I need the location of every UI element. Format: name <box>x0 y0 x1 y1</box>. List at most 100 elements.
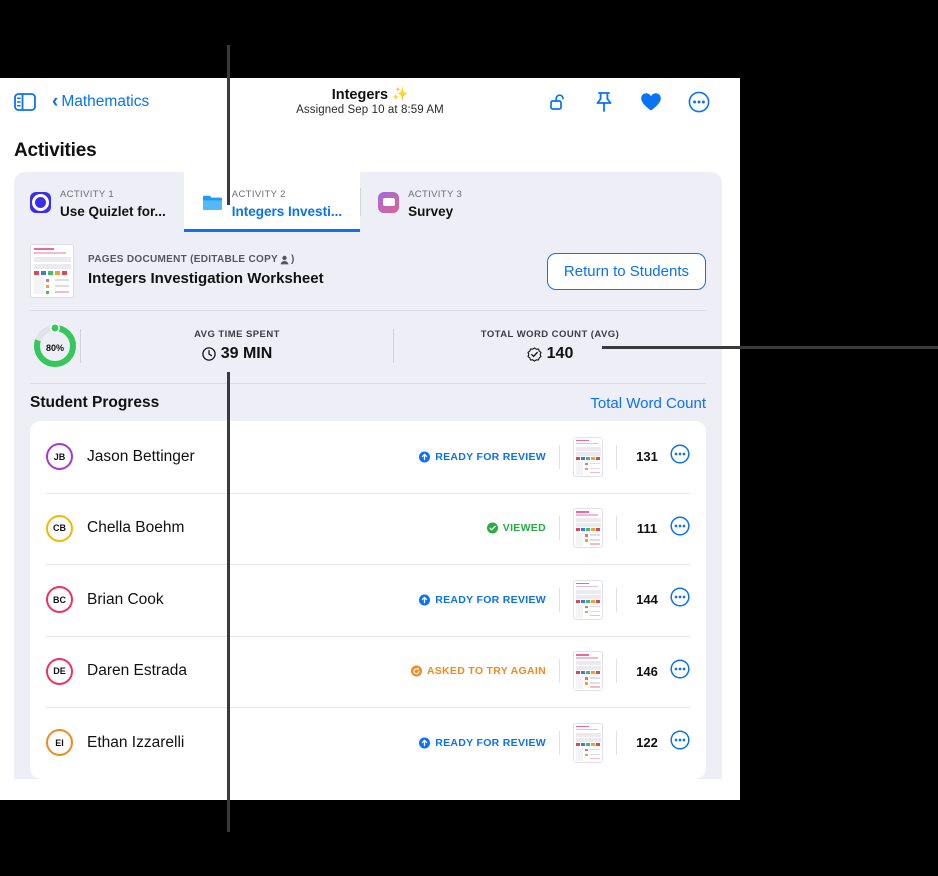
total-word-count-link[interactable]: Total Word Count <box>590 395 706 412</box>
callout-line-avg-time-spent <box>227 372 230 832</box>
student-name: Jason Bettinger <box>87 447 195 465</box>
document-kicker: PAGES DOCUMENT (EDITABLE COPY ) <box>88 253 324 266</box>
avatar: DE <box>46 657 73 685</box>
student-work-thumbnail[interactable] <box>573 508 603 549</box>
student-list-wrapper: JB Jason Bettinger READY FOR REVIEW 131 C… <box>14 421 722 779</box>
quizlet-app-icon <box>30 191 51 213</box>
avatar-initials: BC <box>53 594 66 605</box>
row-divider <box>559 730 560 755</box>
row-more-button[interactable] <box>670 587 690 612</box>
row-more-icon <box>670 516 690 536</box>
table-row[interactable]: DE Daren Estrada ASKED TO TRY AGAIN 146 <box>30 635 706 708</box>
tab-activity-3[interactable]: ACTIVITY 3 Survey <box>360 172 480 232</box>
return-to-students-button[interactable]: Return to Students <box>546 252 706 290</box>
row-divider <box>559 516 560 541</box>
word-count-value: 111 <box>636 520 658 536</box>
stat-word-count-label: TOTAL WORD COUNT (AVG) <box>480 329 620 340</box>
student-name: Ethan Izzarelli <box>87 733 185 751</box>
worksheet-preview <box>574 437 602 476</box>
student-work-thumbnail[interactable] <box>573 722 603 763</box>
student-work-thumbnail[interactable] <box>573 651 603 692</box>
student-list: JB Jason Bettinger READY FOR REVIEW 131 C… <box>30 421 706 779</box>
checkmark-circle-icon <box>486 522 498 534</box>
table-row[interactable]: JB Jason Bettinger READY FOR REVIEW 131 <box>30 421 706 493</box>
avatar: BC <box>46 586 73 614</box>
callout-line-activity-tab <box>227 45 230 205</box>
row-more-button[interactable] <box>670 516 690 541</box>
avatar-initials: EI <box>55 737 64 748</box>
arrow-up-circle-icon <box>419 737 431 749</box>
row-divider <box>616 444 617 469</box>
document-row: PAGES DOCUMENT (EDITABLE COPY ) Integers… <box>14 232 722 310</box>
worksheet-preview <box>574 509 602 548</box>
word-count-value: 122 <box>636 735 658 751</box>
tab-activity-2[interactable]: ACTIVITY 2 Integers Investi... <box>183 172 361 232</box>
arrow-up-circle-icon <box>419 451 431 463</box>
assignment-subtitle: Assigned Sep 10 at 8:59 AM <box>296 104 444 117</box>
document-kicker-close: ) <box>291 254 295 266</box>
row-more-button[interactable] <box>670 730 690 755</box>
more-icon[interactable] <box>688 91 710 113</box>
completion-percent: 80% <box>45 343 64 353</box>
student-name: Brian Cook <box>87 590 164 608</box>
worksheet-thumbnail[interactable] <box>30 244 74 298</box>
arrow-counterclockwise-circle-icon <box>410 665 422 677</box>
status-label: ASKED TO TRY AGAIN <box>426 665 546 678</box>
document-name: Integers Investigation Worksheet <box>88 270 324 288</box>
tab-activity-2-label: Integers Investi... <box>231 204 343 220</box>
student-progress-title: Student Progress <box>30 394 160 411</box>
stat-avg-time-value: 39 MIN <box>220 345 273 362</box>
sparkles-icon: ✨ <box>392 86 409 102</box>
callout-line-word-count <box>602 346 938 349</box>
arrow-counterclockwise-circle-icon <box>410 665 422 677</box>
row-more-button[interactable] <box>670 659 690 684</box>
stat-avg-time-spent: AVG TIME SPENT 39 MIN <box>81 329 393 363</box>
page-title-text: Integers <box>331 86 389 103</box>
completion-ring: 80% <box>30 321 80 371</box>
tab-activity-1-label: Use Quizlet for... <box>60 204 166 220</box>
row-more-icon <box>670 659 690 679</box>
row-divider <box>559 659 560 684</box>
row-divider <box>616 516 617 541</box>
checkmark-seal-icon <box>527 346 542 362</box>
worksheet-preview <box>574 723 602 762</box>
table-row[interactable]: EI Ethan Izzarelli READY FOR REVIEW 122 <box>30 707 706 779</box>
activity-tabs: ACTIVITY 1 Use Quizlet for... ACTIVITY 2… <box>14 172 722 232</box>
arrow-up-circle-icon <box>419 594 431 606</box>
document-meta: PAGES DOCUMENT (EDITABLE COPY ) Integers… <box>88 253 324 289</box>
sidebar-toggle-icon[interactable] <box>14 93 36 111</box>
worksheet-preview <box>31 245 73 297</box>
student-name: Daren Estrada <box>87 662 187 680</box>
assignment-title-row: Integers ✨ <box>296 86 444 104</box>
row-more-icon <box>670 444 690 464</box>
table-row[interactable]: CB Chella Boehm VIEWED 111 <box>30 492 706 565</box>
row-divider <box>559 444 560 469</box>
toolbar-left-group: ‹ Mathematics <box>14 92 149 111</box>
tab-activity-3-kicker: ACTIVITY 3 <box>408 189 463 201</box>
student-work-thumbnail[interactable] <box>573 579 603 620</box>
table-row[interactable]: BC Brian Cook READY FOR REVIEW 144 <box>30 564 706 636</box>
arrow-up-circle-icon <box>419 594 431 606</box>
checkmark-circle-icon <box>486 522 498 534</box>
status-label: VIEWED <box>502 522 546 535</box>
unlock-icon[interactable] <box>548 92 568 112</box>
document-kicker-text: PAGES DOCUMENT (EDITABLE COPY <box>88 254 279 266</box>
student-work-thumbnail[interactable] <box>573 436 603 477</box>
pin-icon[interactable] <box>594 91 614 113</box>
word-count-value: 131 <box>636 449 658 465</box>
tab-activity-1-kicker: ACTIVITY 1 <box>60 189 115 201</box>
tab-activity-2-kicker: ACTIVITY 2 <box>231 189 286 201</box>
tab-activity-1[interactable]: ACTIVITY 1 Use Quizlet for... <box>14 172 184 232</box>
activity-panel: ACTIVITY 1 Use Quizlet for... ACTIVITY 2… <box>14 172 722 779</box>
tab-activity-1-text: ACTIVITY 1 Use Quizlet for... <box>60 183 166 221</box>
row-divider <box>616 587 617 612</box>
clock-icon <box>201 347 216 361</box>
word-count-value: 146 <box>636 663 658 679</box>
avatar-initials: DE <box>53 666 66 677</box>
tab-activity-2-text: ACTIVITY 2 Integers Investi... <box>232 183 342 221</box>
back-button[interactable]: ‹ Mathematics <box>52 92 149 111</box>
row-more-button[interactable] <box>670 444 690 469</box>
status-badge: READY FOR REVIEW <box>419 594 546 606</box>
section-title-activities: Activities <box>14 140 97 161</box>
heart-icon[interactable] <box>640 92 662 112</box>
